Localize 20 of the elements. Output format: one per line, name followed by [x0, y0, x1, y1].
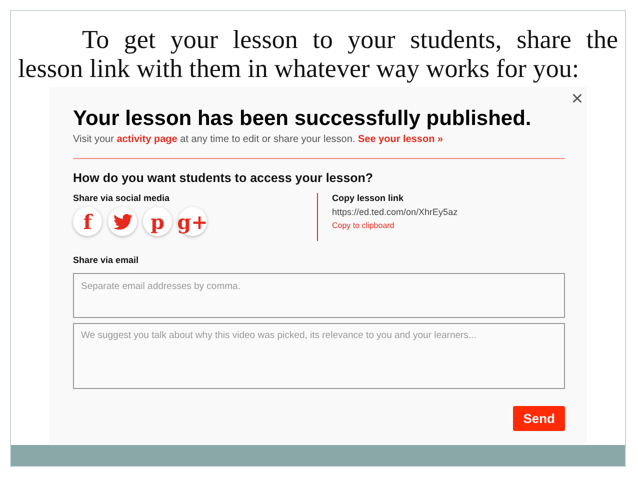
share-button[interactable]: f	[73, 207, 102, 236]
link-label: Copy lesson link	[332, 193, 405, 203]
section-heading: How do you want students to access your lesson?	[73, 171, 374, 185]
close-button[interactable]: ×	[571, 89, 583, 109]
email-label: Share via email	[73, 255, 140, 265]
dialog-title: Your lesson has been successfully published.	[73, 107, 532, 131]
email-field[interactable]: Separate email addresses by comma.	[73, 273, 565, 318]
message-field[interactable]: We suggest you talk about why this video was picked, its relevance to you and your learners...	[73, 323, 565, 389]
share-button[interactable]: p	[143, 207, 172, 236]
copy-link[interactable]: Copy to clipboard	[332, 221, 458, 230]
send-button[interactable]: Send	[513, 406, 565, 431]
share-button[interactable]: g+	[178, 207, 207, 236]
bird-icon	[112, 214, 132, 230]
lesson-url: https://ed.ted.com/on/XhrEy5az	[332, 207, 458, 217]
share-button[interactable]	[108, 207, 137, 236]
dialog-subtitle: Visit your activity page at any time to edit or share your lesson. See your lesson »	[73, 134, 444, 145]
social-label: Share via social media	[73, 193, 171, 203]
slide-paragraph: To get your lesson to your students, share the lesson link with them in whatever way works for you:	[18, 25, 618, 83]
text-link[interactable]: activity page	[116, 134, 178, 145]
text-link[interactable]: See your lesson »	[358, 134, 444, 145]
